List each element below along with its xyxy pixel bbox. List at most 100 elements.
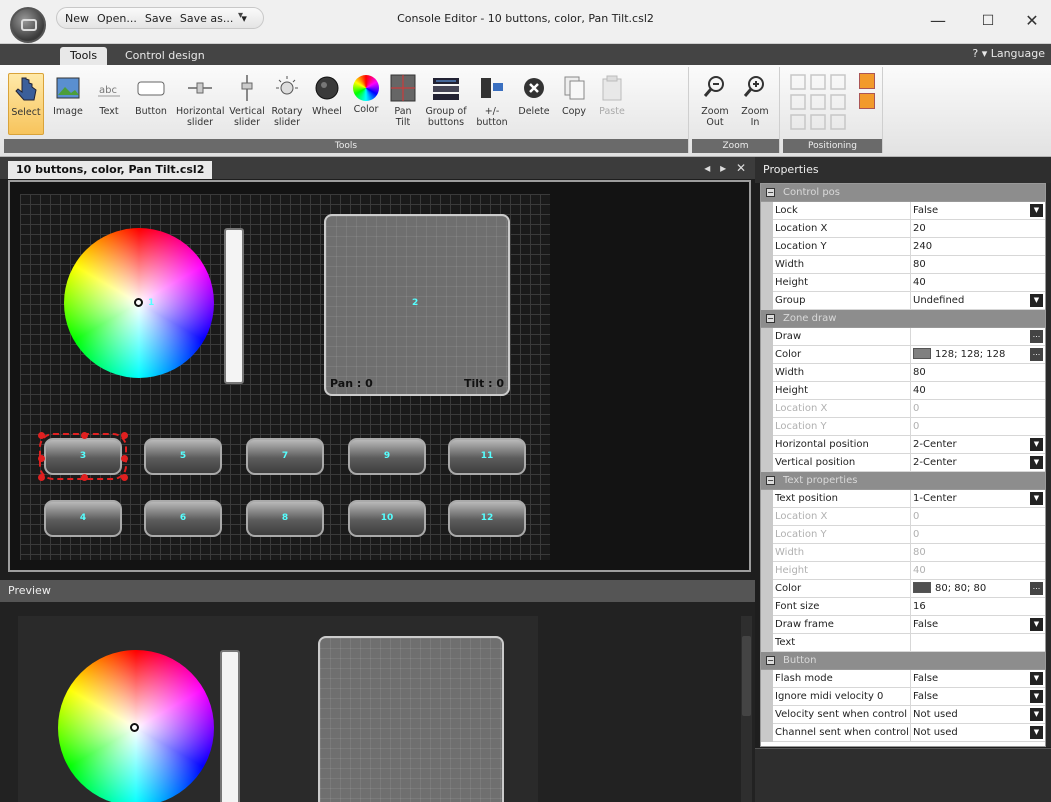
property-grid[interactable]: − Control pos Lock False ▼ Location X 20 Locati… <box>760 183 1046 747</box>
property-value[interactable]: 80 <box>913 364 1029 382</box>
property-value[interactable]: 2-Center <box>913 454 1029 472</box>
dropdown-arrow-icon[interactable]: ▼ <box>1030 438 1043 451</box>
design-canvas[interactable]: 1 2 Pan : 0 Tilt : 0 3 5 7 9 11 4 6 8 10… <box>8 180 751 572</box>
zoom-out-button[interactable]: Zoom Out <box>696 73 734 135</box>
collapse-icon[interactable]: − <box>766 656 775 665</box>
property-value[interactable]: False <box>913 688 1029 706</box>
property-row[interactable]: Vertical position 2-Center ▼ <box>761 454 1045 472</box>
control-button[interactable]: 12 <box>448 500 526 537</box>
button-tool-button[interactable]: Button <box>130 73 172 135</box>
property-value[interactable]: 40 <box>913 274 1029 292</box>
control-button[interactable]: 8 <box>246 500 324 537</box>
property-value[interactable]: False <box>913 202 1029 220</box>
property-row[interactable]: Color 80; 80; 80... <box>761 580 1045 598</box>
property-row[interactable]: Location X0 <box>761 400 1045 418</box>
select-tool-button[interactable]: Select <box>8 73 44 135</box>
copy-tool-button[interactable]: Copy <box>556 73 592 135</box>
tab-tools[interactable]: Tools <box>60 47 108 65</box>
selection-handle[interactable] <box>38 455 45 462</box>
horizontal-slider-tool-button[interactable]: Horizontal slider <box>176 73 225 135</box>
property-row[interactable]: Velocity sent when control Not used ▼ <box>761 706 1045 724</box>
property-row[interactable]: Horizontal position 2-Center ▼ <box>761 436 1045 454</box>
language-menu[interactable]: ? ▾ Language <box>972 47 1045 60</box>
minimize-button[interactable]: — <box>918 8 958 34</box>
group-of-buttons-tool-button[interactable]: Group of buttons <box>422 73 470 135</box>
property-row[interactable]: Group Undefined ▼ <box>761 292 1045 310</box>
control-button[interactable]: 3 <box>38 432 128 481</box>
dropdown-arrow-icon[interactable]: ▼ <box>1030 294 1043 307</box>
qat-customize-icon[interactable]: ▾ <box>238 10 243 21</box>
collapse-icon[interactable]: − <box>766 476 775 485</box>
control-button[interactable]: 11 <box>448 438 526 475</box>
tab-control-design[interactable]: Control design <box>115 47 215 65</box>
property-value[interactable]: 16 <box>913 598 1029 616</box>
dropdown-arrow-icon[interactable]: ▼ <box>1030 726 1043 739</box>
property-value[interactable]: 20 <box>913 220 1029 238</box>
vertical-slider-control[interactable] <box>224 228 244 384</box>
property-value[interactable] <box>913 634 1029 652</box>
property-row[interactable]: Ignore midi velocity 0 False ▼ <box>761 688 1045 706</box>
dropdown-arrow-icon[interactable]: ▼ <box>1030 492 1043 505</box>
property-category[interactable]: − Zone draw <box>761 310 1045 328</box>
preview-pan-tilt[interactable] <box>318 636 504 802</box>
paste-tool-button[interactable]: Paste <box>594 73 630 135</box>
selection-handle[interactable] <box>38 474 45 481</box>
preview-color-wheel[interactable] <box>58 650 214 802</box>
control-button[interactable]: 9 <box>348 438 426 475</box>
property-row[interactable]: Location X 20 <box>761 220 1045 238</box>
property-value[interactable]: 1-Center <box>913 490 1029 508</box>
vertical-slider-tool-button[interactable]: Vertical slider <box>228 73 266 135</box>
preview-scrollbar[interactable] <box>741 616 752 802</box>
selection-handle[interactable] <box>81 474 88 481</box>
color-wheel-control[interactable]: 1 <box>64 228 214 378</box>
collapse-icon[interactable]: − <box>766 188 775 197</box>
tab-nav-icons[interactable]: ◂ ▸ ✕ <box>704 161 749 175</box>
property-row[interactable]: Draw frame False ▼ <box>761 616 1045 634</box>
preview-canvas[interactable] <box>18 616 538 802</box>
property-value[interactable] <box>913 328 1029 346</box>
delete-tool-button[interactable]: Delete <box>514 73 554 135</box>
close-window-button[interactable]: ✕ <box>1012 8 1051 34</box>
zoom-in-button[interactable]: Zoom In <box>736 73 774 135</box>
align-buttons-icon[interactable] <box>789 73 853 133</box>
property-value[interactable]: 80; 80; 80 <box>913 580 1029 598</box>
selection-handle[interactable] <box>121 432 128 439</box>
ellipsis-button[interactable]: ... <box>1030 582 1043 595</box>
property-row[interactable]: Lock False ▼ <box>761 202 1045 220</box>
property-grid-scrollbar[interactable] <box>1046 183 1051 747</box>
collapse-icon[interactable]: − <box>766 314 775 323</box>
document-tab[interactable]: 10 buttons, color, Pan Tilt.csl2 <box>8 161 213 179</box>
ellipsis-button[interactable]: ... <box>1030 330 1043 343</box>
property-row[interactable]: Channel sent when control Not used ▼ <box>761 724 1045 742</box>
dropdown-arrow-icon[interactable]: ▼ <box>1030 204 1043 217</box>
wheel-tool-button[interactable]: Wheel <box>308 73 346 135</box>
send-to-back-icon[interactable] <box>859 93 875 109</box>
control-button[interactable]: 4 <box>44 500 122 537</box>
property-value[interactable]: Undefined <box>913 292 1029 310</box>
property-value[interactable]: 240 <box>913 238 1029 256</box>
dropdown-arrow-icon[interactable]: ▼ <box>1030 690 1043 703</box>
color-tool-button[interactable]: Color <box>348 73 384 135</box>
rotary-slider-tool-button[interactable]: Rotary slider <box>268 73 306 135</box>
property-row[interactable]: Flash mode False ▼ <box>761 670 1045 688</box>
qat-open-button[interactable]: Open... <box>97 12 137 25</box>
property-row[interactable]: Text <box>761 634 1045 652</box>
text-tool-button[interactable]: abc Text <box>92 73 126 135</box>
selection-handle[interactable] <box>121 474 128 481</box>
ellipsis-button[interactable]: ... <box>1030 348 1043 361</box>
dropdown-arrow-icon[interactable]: ▼ <box>1030 456 1043 469</box>
app-menu-orb-icon[interactable] <box>10 7 46 43</box>
property-row[interactable]: Width 80 <box>761 544 1045 562</box>
property-value[interactable]: Not used <box>913 724 1029 742</box>
selection-handle[interactable] <box>81 432 88 439</box>
property-row[interactable]: Location X0 <box>761 508 1045 526</box>
property-row[interactable]: Width 80 <box>761 256 1045 274</box>
property-row[interactable]: Font size 16 <box>761 598 1045 616</box>
property-value[interactable]: False <box>913 670 1029 688</box>
property-value[interactable]: 80 <box>913 256 1029 274</box>
property-value[interactable]: 40 <box>913 382 1029 400</box>
qat-new-button[interactable]: New <box>65 12 89 25</box>
selection-handle[interactable] <box>121 455 128 462</box>
qat-save-as-button[interactable]: Save as... <box>180 12 233 25</box>
property-row[interactable]: Text position 1-Center ▼ <box>761 490 1045 508</box>
